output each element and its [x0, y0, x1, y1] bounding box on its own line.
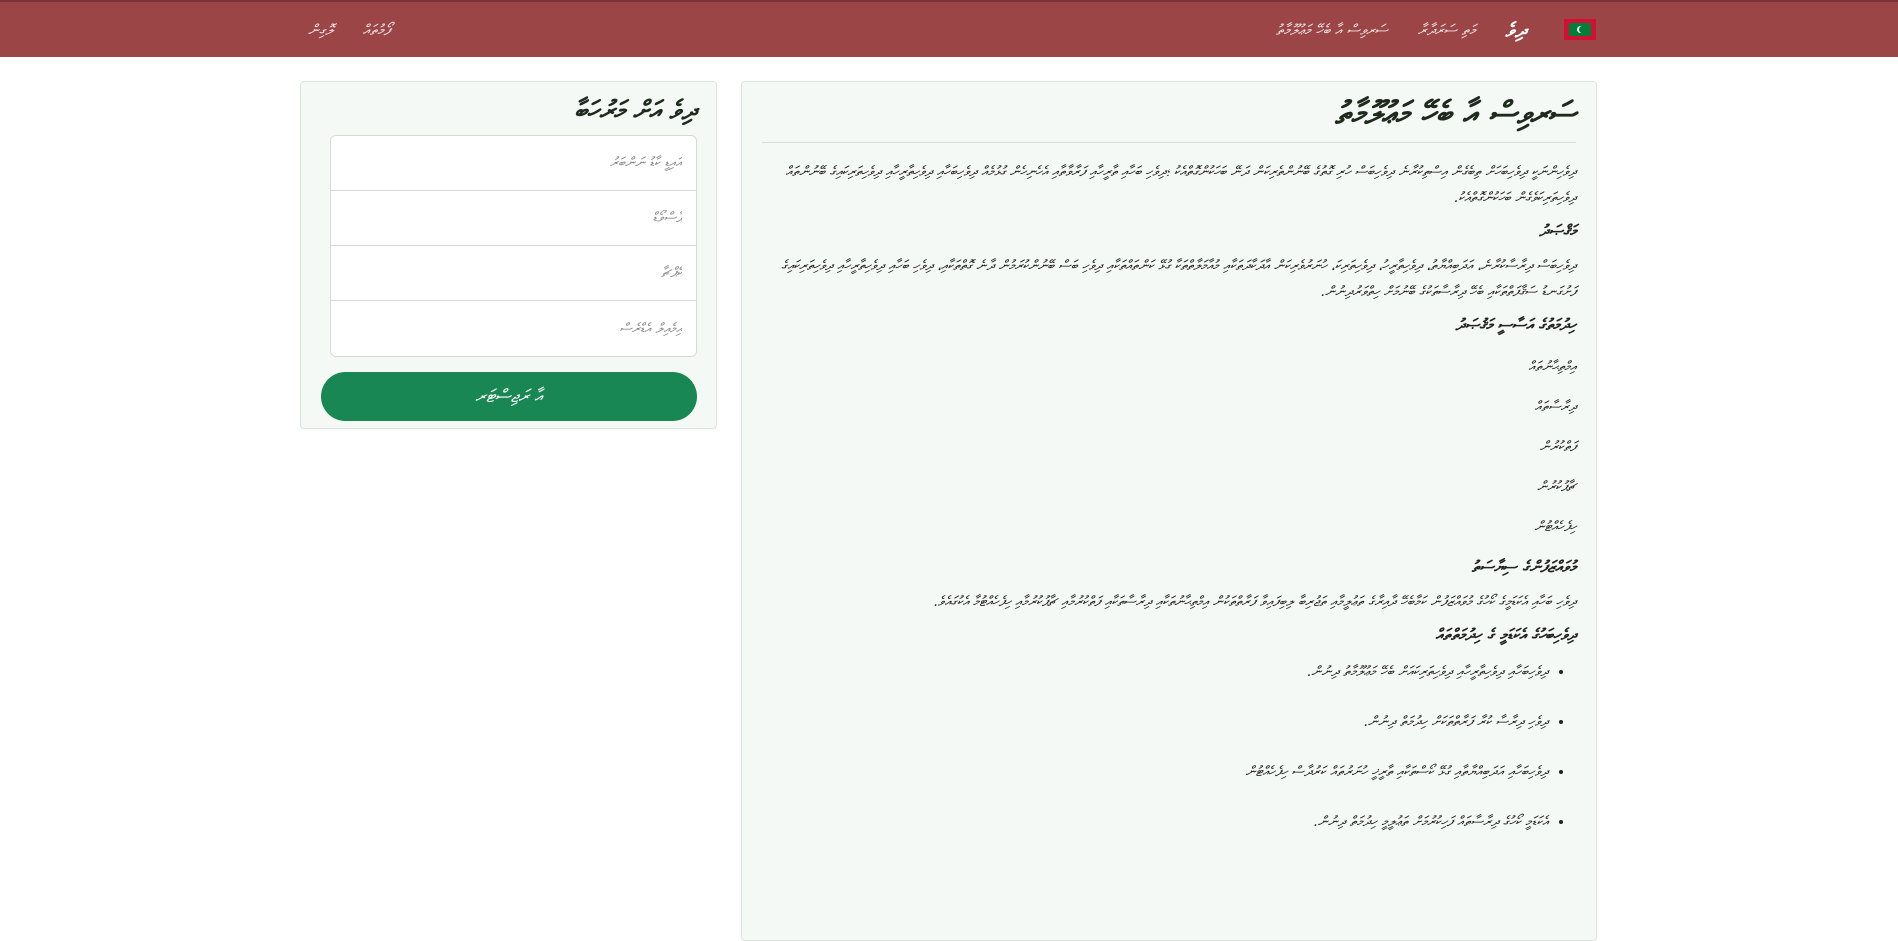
nav-link-login[interactable]: ލޮގިން: [308, 21, 333, 39]
login-form-fields: [330, 135, 697, 357]
list-item: ހިފެހެއްޓުން: [1534, 519, 1576, 535]
purpose-paragraph: ދިވެހިބަސް ދިރާސާކުރާނެ، އަދަބިއްޔާތު، ދ…: [781, 258, 1576, 300]
page-title: ސަރވިސް އާ ބެހޭ މަޢުލޫމާތު: [1334, 94, 1576, 132]
section-heading-academy-services: ދިވެހިބަހުގެ އެކަޑަމީ ގެ ހިދުމަތްތައް: [1435, 625, 1576, 644]
list-item: ދިވެހިބަހާއި ދިވެހިތާރީހާއި ދިވެހިތަރިކަ…: [762, 657, 1548, 707]
list-item: ޗާޕުކުރުން: [1537, 479, 1576, 495]
list-item: ދިވެހިބަހާއި އަދަބިއްޔާތާއި ގުޅޭ ކޯސްތަކ…: [762, 757, 1548, 807]
title-divider: [762, 142, 1576, 143]
service-info-card: ސަރވިސް އާ ބެހޭ މަޢުލޫމާތު ދިވެހިންނަކީ …: [741, 81, 1597, 941]
navbar-secondary: ފޯމުތައް ލޮގިން: [308, 2, 390, 57]
list-item: ފަތްކުރުން: [1539, 439, 1576, 455]
list-item: އިމްތިޙާނުތައް: [1528, 359, 1576, 375]
list-item: ދިވެހި ދިރާސާ ކުރާ ފަރާތްތަކަށް ހިދުމަތް…: [762, 707, 1548, 757]
section-heading-staff-policy: މުވައްޒަފުންގެ ސިޔާސަތު: [1471, 557, 1576, 576]
intro-paragraph: ދިވެހިންނަކީ ދިވެހިބަހަށް ތިބެގެން އިސްތ…: [785, 164, 1576, 206]
list-item: ދިރާސާތައް: [1534, 399, 1576, 415]
nav-link-forms[interactable]: ފޯމުތައް: [363, 21, 390, 39]
services-list: އިމްތިޙާނުތައް ދިރާސާތައް ފަތްކުރުން ޗާޕ…: [762, 347, 1576, 547]
navbar-primary: ދިވެ މަތި ސަރަދާރާ ސަރވިސް އާ ބެހޭ މަޢުލ…: [1276, 2, 1596, 57]
nav-link-2[interactable]: ސަރވިސް އާ ބެހޭ މަޢުލޫމާތު: [1276, 21, 1388, 39]
register-button[interactable]: އާ ރަޖިސްޓަރ: [321, 372, 697, 421]
staff-policy-paragraph: ދިވެހި ބަހާއި އެކަޑަމީގެ ކޯހުގެ މުވައްޒަ…: [933, 594, 1576, 610]
nav-link-1[interactable]: މަތި ސަރަދާރާ: [1418, 21, 1476, 39]
password-field[interactable]: [331, 191, 696, 246]
email-field[interactable]: [331, 301, 696, 356]
list-item: އެކަޑަމީ ކޯހުގެ ދިރާސާތައް ފަހިކުރުމަށް …: [762, 807, 1548, 857]
brand-link[interactable]: ދިވެ: [1505, 18, 1526, 42]
section-heading-services: ހިދުމަތުގެ އަސާސީ މަޤުޞަދު: [1455, 315, 1576, 334]
maldives-flag-icon: [1564, 19, 1596, 40]
login-title: ދިވެ އަށް މަރުހަބާ: [574, 96, 696, 126]
top-navbar: ދިވެ މަތި ސަރަދާރާ ސަރވިސް އާ ބެހޭ މަޢުލ…: [0, 0, 1898, 57]
academy-services-list: ދިވެހިބަހާއި ދިވެހިތާރީހާއި ދިވެހިތަރިކަ…: [762, 657, 1576, 857]
captcha-field[interactable]: [331, 246, 696, 301]
id-card-number-field[interactable]: [331, 136, 696, 191]
section-heading-purpose: މަޤްޞަދު: [1539, 221, 1576, 240]
login-card: ދިވެ އަށް މަރުހަބާ އާ ރަޖިސްޓަރ: [300, 81, 717, 429]
